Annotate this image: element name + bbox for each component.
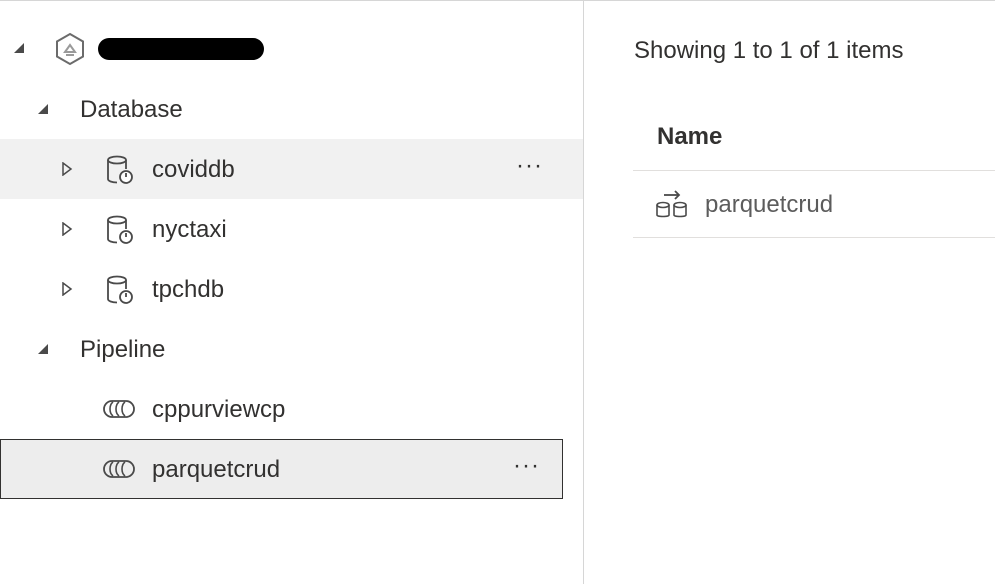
tree-item-tpchdb[interactable]: tpchdb: [0, 259, 583, 319]
caret-collapsed-icon[interactable]: [60, 162, 74, 176]
database-icon: [104, 274, 136, 306]
section-label: Pipeline: [80, 336, 166, 363]
list-item-name-link[interactable]: parquetcrud: [705, 191, 833, 219]
caret-collapsed-icon[interactable]: [60, 282, 74, 296]
tree-item-label: nyctaxi: [152, 216, 227, 243]
tree-section-pipeline[interactable]: Pipeline: [0, 319, 583, 379]
tree-section-database[interactable]: Database: [0, 79, 583, 139]
tree-item-label: parquetcrud: [152, 456, 281, 483]
more-actions-button[interactable]: ···: [513, 454, 540, 478]
app-window: Database coviddb ··· nyctaxi tpchdb Pipe…: [0, 0, 995, 584]
copy-data-icon: [655, 189, 689, 219]
pipeline-icon: [102, 399, 136, 419]
caret-collapsed-icon[interactable]: [60, 222, 74, 236]
items-count-summary: Showing 1 to 1 of 1 items: [634, 37, 904, 64]
tree-item-cppurviewcp[interactable]: cppurviewcp: [0, 379, 583, 439]
items-list-panel: Showing 1 to 1 of 1 items Name parquetcr…: [584, 1, 995, 584]
resource-tree: Database coviddb ··· nyctaxi tpchdb Pipe…: [0, 1, 584, 584]
section-label: Database: [80, 96, 183, 123]
tree-item-label: coviddb: [152, 156, 235, 183]
tree-item-label: tpchdb: [152, 276, 225, 303]
caret-expanded-icon[interactable]: [36, 102, 50, 116]
more-actions-button[interactable]: ···: [516, 154, 543, 178]
list-item[interactable]: parquetcrud: [633, 171, 995, 238]
column-header-label: Name: [657, 123, 723, 150]
caret-expanded-icon[interactable]: [36, 342, 50, 356]
column-header-name[interactable]: Name: [633, 103, 995, 171]
tree-item-nyctaxi[interactable]: nyctaxi: [0, 199, 583, 259]
caret-expanded-icon[interactable]: [12, 41, 26, 55]
workspace-hexagon-icon: [54, 32, 86, 66]
database-icon: [104, 214, 136, 246]
tree-item-parquetcrud[interactable]: parquetcrud ···: [0, 439, 563, 499]
pipeline-icon: [102, 459, 136, 479]
database-icon: [104, 154, 136, 186]
tree-item-coviddb[interactable]: coviddb ···: [0, 139, 583, 199]
tree-root[interactable]: [0, 18, 583, 78]
redacted-workspace-name: [98, 38, 264, 60]
tree-item-label: cppurviewcp: [152, 396, 286, 423]
